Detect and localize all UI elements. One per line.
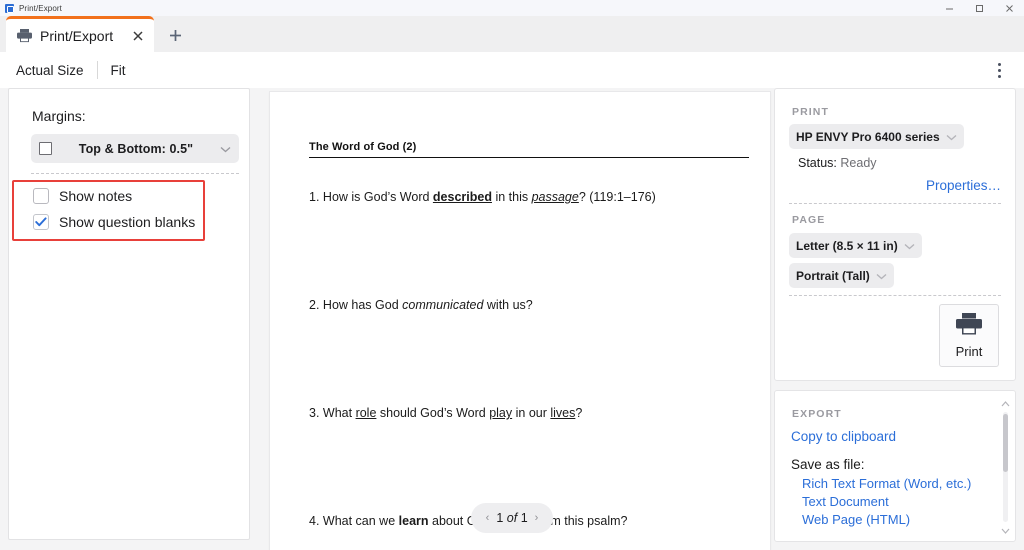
printer-status-label: Status:	[798, 156, 837, 170]
right-column: PRINT HP ENVY Pro 6400 series Status: Re…	[774, 88, 1016, 542]
printer-icon	[16, 28, 33, 43]
print-divider-1	[789, 203, 1001, 204]
toolbar-divider	[96, 61, 98, 79]
window-titlebar: Print/Export	[0, 0, 1024, 16]
export-section-title: EXPORT	[792, 408, 842, 420]
tab-label: Print/Export	[40, 27, 114, 44]
margins-dropdown-value: Top & Bottom: 0.5"	[52, 142, 220, 156]
actual-size-button[interactable]: Actual Size	[14, 60, 86, 81]
paper-size-select[interactable]: Letter (8.5 × 11 in)	[789, 233, 922, 258]
document-question-3: 3. What role should God’s Word play in o…	[309, 406, 583, 420]
checkbox-row-show-question-blanks[interactable]: Show question blanks	[33, 214, 195, 230]
next-page-icon[interactable]: ›	[535, 512, 539, 524]
kebab-menu-icon[interactable]	[988, 59, 1010, 81]
chevron-down-icon	[904, 237, 915, 255]
print-export-window: Print/Export Print/Export Actual Size Fi…	[0, 0, 1024, 550]
document-question-2: 2. How has God communicated with us?	[309, 298, 533, 312]
margins-dropdown-number: 0.5"	[169, 141, 194, 156]
export-format-rtf[interactable]: Rich Text Format (Word, etc.)	[802, 476, 971, 491]
new-tab-button[interactable]	[162, 24, 188, 46]
print-section-title: PRINT	[792, 106, 829, 118]
properties-link[interactable]: Properties…	[926, 178, 1001, 193]
chevron-down-icon[interactable]	[1000, 525, 1011, 536]
page-section-title: PAGE	[792, 214, 826, 226]
prev-page-icon[interactable]: ‹	[486, 512, 490, 524]
print-button-label: Print	[955, 344, 983, 359]
page-current: 1	[496, 511, 504, 525]
printer-select[interactable]: HP ENVY Pro 6400 series	[789, 124, 964, 149]
print-panel: PRINT HP ENVY Pro 6400 series Status: Re…	[774, 88, 1016, 381]
export-format-txt[interactable]: Text Document	[802, 494, 889, 509]
options-divider	[31, 173, 239, 174]
page-indicator: 1 of 1	[496, 511, 527, 525]
printer-status: Status: Ready	[798, 156, 877, 170]
chevron-down-icon	[876, 267, 887, 285]
close-button[interactable]	[994, 0, 1024, 16]
chevron-up-icon[interactable]	[1000, 398, 1011, 409]
app-icon	[5, 3, 14, 13]
work-area: Margins: Top & Bottom: 0.5" Show notes S…	[0, 88, 1024, 550]
margins-dropdown[interactable]: Top & Bottom: 0.5"	[31, 134, 239, 163]
page-connector: of	[506, 511, 518, 525]
orientation-value: Portrait (Tall)	[796, 268, 870, 283]
print-button[interactable]: Print	[939, 304, 999, 367]
fit-button[interactable]: Fit	[109, 60, 128, 81]
window-controls	[934, 0, 1024, 16]
export-format-html[interactable]: Web Page (HTML)	[802, 512, 910, 527]
minimize-button[interactable]	[934, 0, 964, 16]
tab-print-export[interactable]: Print/Export	[6, 16, 154, 52]
document-page: The Word of God (2) 1. How is God’s Word…	[270, 92, 770, 550]
close-icon[interactable]	[129, 27, 146, 44]
scrollbar-thumb[interactable]	[1003, 414, 1008, 472]
printer-icon	[955, 312, 983, 341]
show-question-blanks-label: Show question blanks	[59, 214, 196, 230]
margins-dropdown-label: Top & Bottom:	[78, 141, 166, 156]
show-notes-checkbox[interactable]	[33, 188, 49, 204]
orientation-select[interactable]: Portrait (Tall)	[789, 263, 894, 288]
save-as-file-label: Save as file:	[791, 457, 865, 472]
checkbox-row-show-notes[interactable]: Show notes	[33, 188, 132, 204]
margins-label: Margins:	[32, 108, 86, 124]
maximize-button[interactable]	[964, 0, 994, 16]
paper-size-value: Letter (8.5 × 11 in)	[796, 238, 898, 253]
tab-strip: Print/Export	[0, 16, 1024, 52]
chevron-down-icon	[946, 128, 957, 146]
export-scrollbar[interactable]	[1000, 398, 1011, 536]
show-question-blanks-checkbox[interactable]	[33, 214, 49, 230]
printer-name: HP ENVY Pro 6400 series	[796, 129, 940, 144]
page-margin-icon	[39, 142, 52, 155]
page-navigation[interactable]: ‹ 1 of 1 ›	[471, 503, 553, 533]
print-divider-2	[789, 295, 1001, 296]
printer-status-value: Ready	[840, 156, 877, 170]
copy-to-clipboard-link[interactable]: Copy to clipboard	[791, 429, 896, 444]
document-preview[interactable]: The Word of God (2) 1. How is God’s Word…	[268, 88, 772, 550]
show-notes-label: Show notes	[59, 188, 133, 204]
document-heading: The Word of God (2)	[309, 141, 749, 158]
chevron-down-icon	[220, 140, 231, 158]
window-title: Print/Export	[19, 3, 62, 13]
document-question-1: 1. How is God’s Word described in this p…	[309, 190, 656, 204]
export-panel: EXPORT Copy to clipboard Save as file: R…	[774, 390, 1016, 542]
view-toolbar: Actual Size Fit	[0, 52, 1024, 88]
options-panel: Margins: Top & Bottom: 0.5" Show notes S…	[8, 88, 250, 540]
page-total: 1	[520, 511, 528, 525]
